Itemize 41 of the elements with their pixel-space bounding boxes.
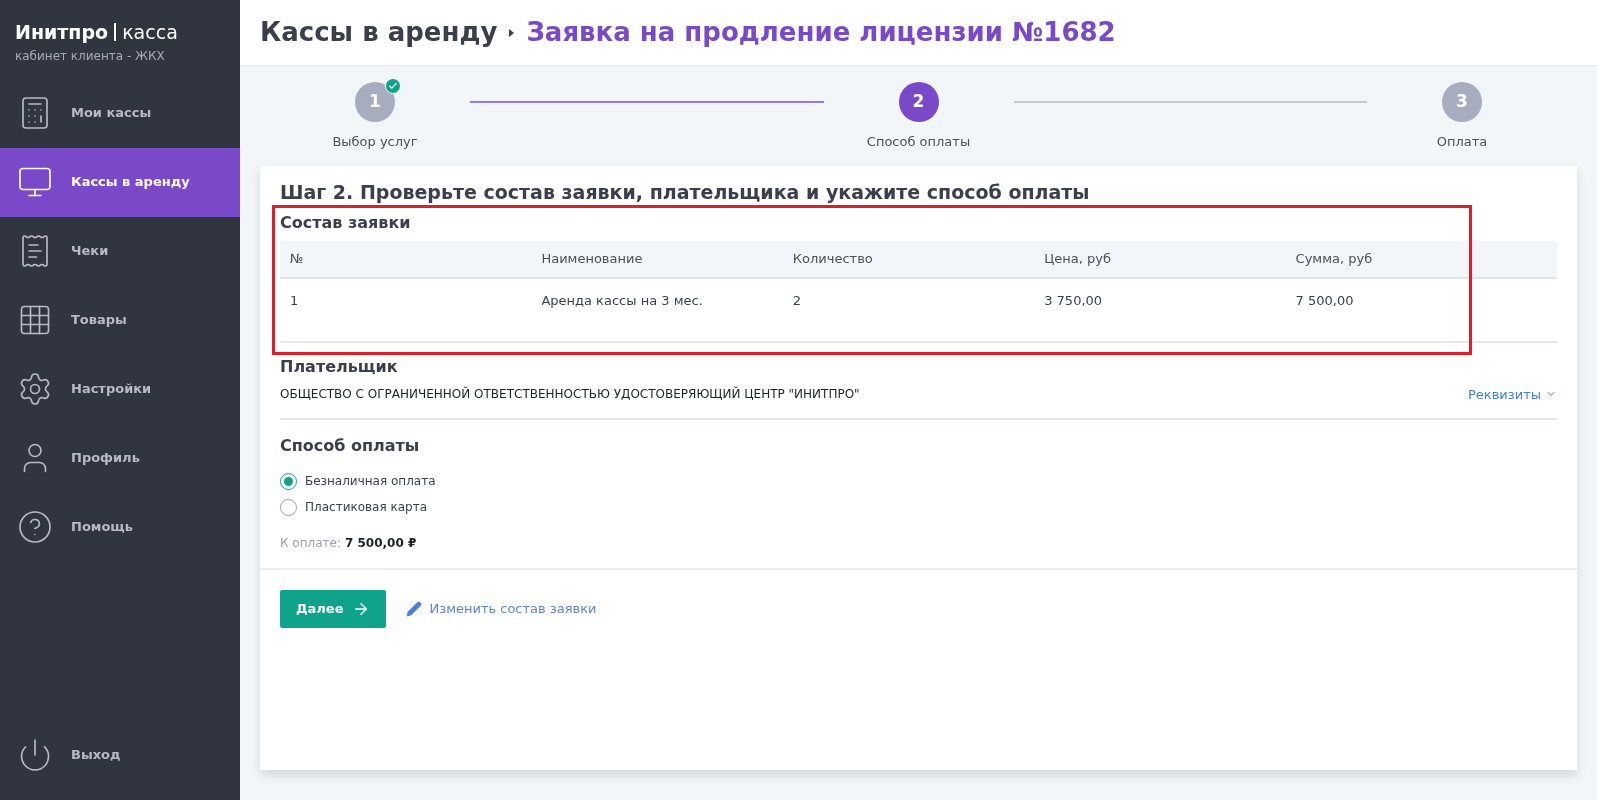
edit-order-link[interactable]: Изменить состав заявки — [405, 599, 597, 619]
table-cell-text: 3 750,00 — [1044, 291, 1104, 310]
column-header: Наименование — [541, 249, 644, 268]
brand-product: касса — [122, 20, 178, 45]
column-header: № — [290, 249, 305, 268]
details-link[interactable]: Реквизиты — [1468, 384, 1557, 404]
brand-name: Инитпро — [15, 20, 109, 45]
radio-label: Безналичная оплата — [305, 473, 436, 490]
sidebar-item[interactable]: Помощь — [0, 492, 240, 562]
sidebar-item[interactable]: Мои кассы — [0, 78, 240, 148]
breadcrumb-parent[interactable]: Кассы в аренду — [260, 13, 498, 52]
breadcrumb-separator-icon — [509, 28, 515, 37]
table-cell-text: Аренда кассы на 3 мес. — [541, 291, 704, 310]
sidebar-item[interactable]: Кассы в аренду — [0, 147, 240, 217]
step-label: Оплата — [1436, 133, 1488, 151]
logout-item[interactable]: Выход — [0, 720, 240, 790]
section-title: Способ оплаты — [280, 435, 421, 457]
sidebar-item[interactable]: Товары — [0, 285, 240, 355]
breadcrumb-current: Заявка на продление лицензии №1682 — [526, 16, 1116, 49]
help-icon — [17, 509, 53, 545]
table-cell-text: 2 — [792, 291, 803, 310]
section-title: Состав заявки — [280, 211, 412, 234]
check-badge-icon — [385, 78, 401, 94]
total-amount: 7 500,00 ₽ — [344, 535, 417, 552]
sidebar-item[interactable]: Профиль — [0, 423, 240, 493]
pencil-icon — [405, 601, 422, 617]
sidebar-item[interactable]: Чеки — [0, 216, 240, 286]
column-header: Цена, руб — [1044, 249, 1112, 268]
radio-label: Пластиковая карта — [305, 499, 428, 516]
step-label: Способ оплаты — [866, 133, 971, 151]
section-title: Плательщик — [280, 355, 399, 378]
payer-name: ОБЩЕСТВО С ОГРАНИЧЕННОЙ ОТВЕТСТВЕННОСТЬЮ УДОСТОВЕРЯЮЩИЙ ЦЕНТР "ИНИТПРО" — [280, 385, 860, 404]
brand-subtitle: кабинет клиента - ЖКХ — [15, 47, 166, 65]
step-label: Выбор услуг — [332, 133, 418, 151]
total-label: К оплате: — [280, 535, 341, 552]
step-heading: Шаг 2. Проверьте состав заявки, плательщика и укажите способ оплаты — [280, 180, 1091, 205]
table-cell-text: 1 — [290, 291, 300, 310]
column-header: Количество — [792, 249, 874, 268]
table-cell-text: 7 500,00 — [1295, 291, 1355, 310]
column-header: Сумма, руб — [1295, 249, 1374, 268]
sidebar-item[interactable]: Настройки — [0, 354, 240, 424]
